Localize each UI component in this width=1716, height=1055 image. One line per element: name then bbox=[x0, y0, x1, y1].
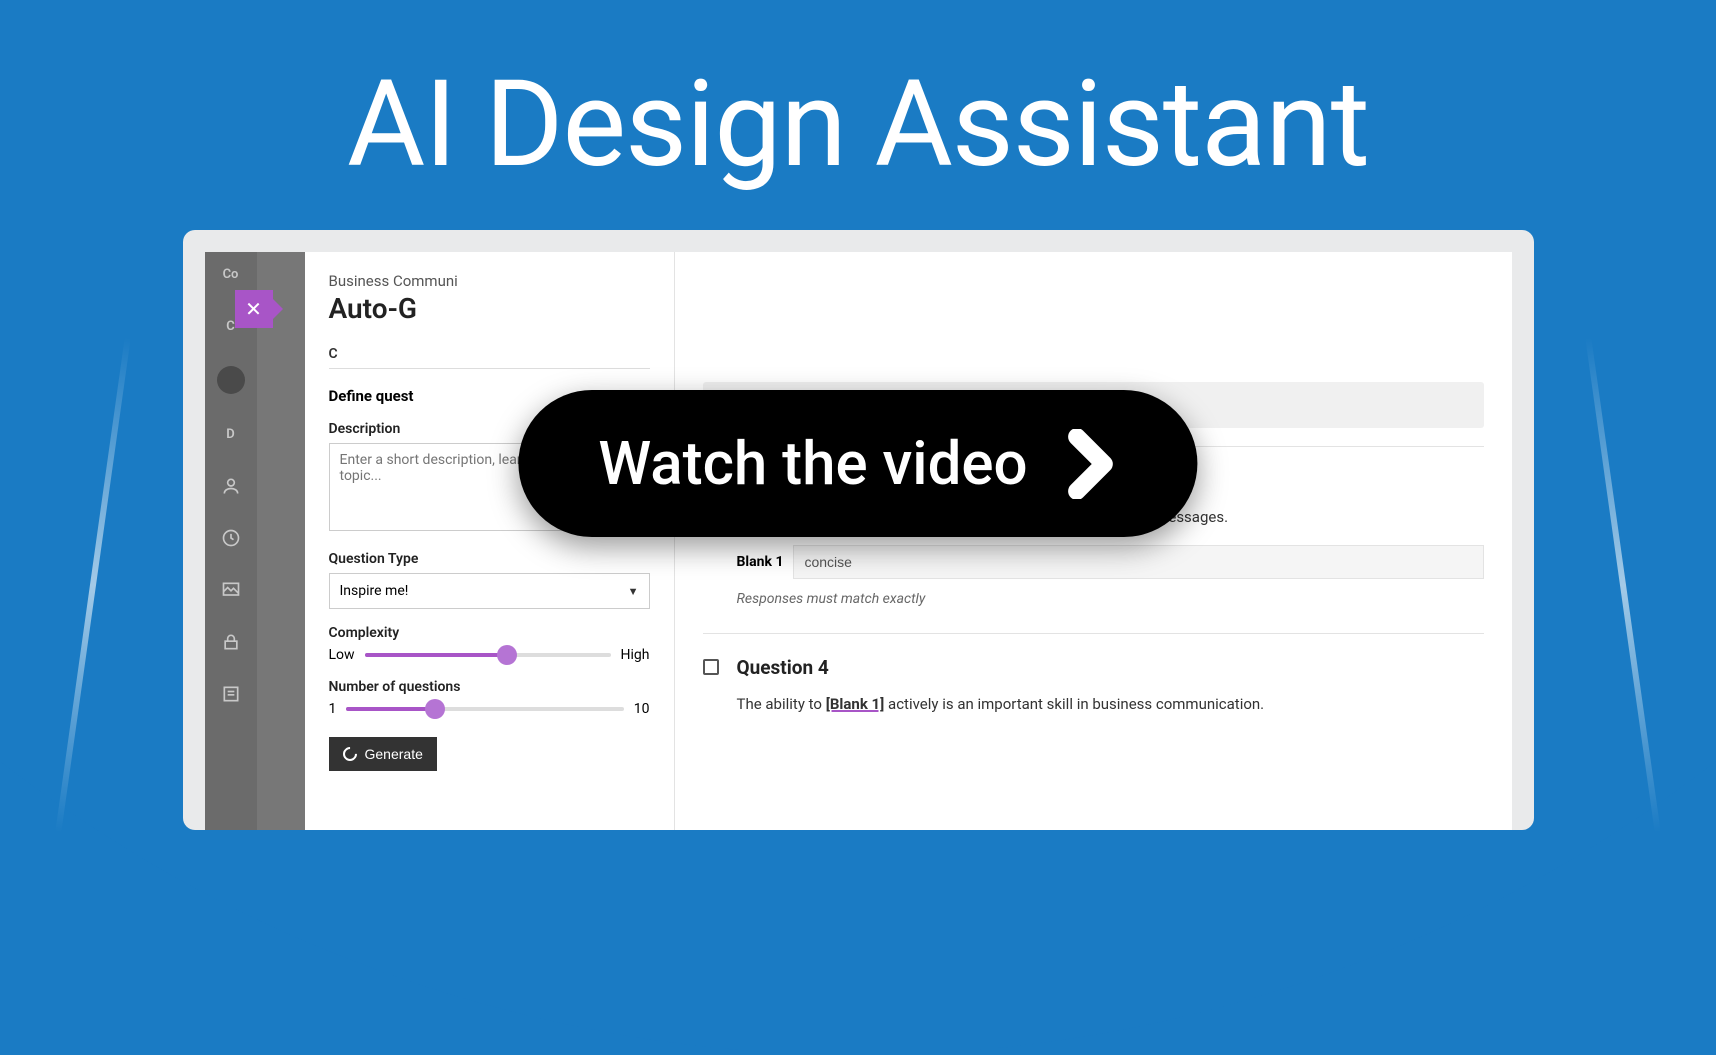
nav-avatar[interactable] bbox=[217, 366, 245, 394]
generate-label: Generate bbox=[365, 746, 423, 762]
generate-button[interactable]: Generate bbox=[329, 737, 437, 771]
numq-min: 1 bbox=[329, 701, 337, 717]
question-4-text: The ability to [Blank 1] actively is an … bbox=[737, 693, 1484, 716]
question-type-select[interactable]: Inspire me! ▼ bbox=[329, 573, 650, 609]
nav-sidebar: Co C D bbox=[205, 252, 257, 830]
hero-title: AI Design Assistant bbox=[0, 55, 1716, 195]
question-type-value: Inspire me! bbox=[340, 583, 409, 599]
image-icon[interactable] bbox=[219, 578, 243, 602]
panel-title: Auto-G bbox=[329, 292, 650, 325]
numq-slider[interactable] bbox=[346, 707, 623, 711]
close-icon: ✕ bbox=[245, 297, 262, 321]
blank-1-label: Blank 1 bbox=[737, 554, 784, 570]
content-panel: Email Question 3 Effective business comm… bbox=[675, 252, 1512, 830]
question-4-checkbox[interactable] bbox=[703, 659, 719, 675]
question-4-block: Question 4 The ability to [Blank 1] acti… bbox=[703, 633, 1484, 742]
breadcrumb: Business Communi bbox=[329, 272, 650, 290]
chevron-down-icon: ▼ bbox=[628, 585, 639, 598]
question-4-title: Question 4 bbox=[737, 656, 829, 679]
close-button[interactable]: ✕ bbox=[235, 290, 273, 328]
nav-item-1[interactable]: Co bbox=[219, 262, 243, 286]
nav-item-3[interactable]: D bbox=[219, 422, 243, 446]
settings-panel: Business Communi Auto-G C Define quest D… bbox=[305, 252, 675, 830]
watch-video-label: Watch the video bbox=[598, 428, 1027, 499]
watch-video-button[interactable]: Watch the video bbox=[518, 390, 1197, 537]
user-icon[interactable] bbox=[219, 474, 243, 498]
complexity-label: Complexity bbox=[329, 625, 650, 641]
numq-max: 10 bbox=[634, 701, 650, 717]
complexity-low: Low bbox=[329, 647, 355, 663]
complexity-slider[interactable] bbox=[365, 653, 611, 657]
numq-label: Number of questions bbox=[329, 679, 650, 695]
tab-row: C bbox=[329, 343, 650, 369]
clock-icon[interactable] bbox=[219, 526, 243, 550]
complexity-high: High bbox=[621, 647, 650, 663]
list-icon[interactable] bbox=[219, 682, 243, 706]
question-type-label: Question Type bbox=[329, 551, 650, 567]
tab-item[interactable]: C bbox=[329, 346, 338, 362]
blank-token: [Blank 1] bbox=[826, 695, 885, 713]
lock-icon[interactable] bbox=[219, 630, 243, 654]
background-dim bbox=[257, 252, 305, 830]
refresh-icon bbox=[340, 744, 360, 764]
match-hint: Responses must match exactly bbox=[737, 591, 1484, 607]
blank-1-input[interactable] bbox=[793, 545, 1483, 579]
chevron-right-icon bbox=[1068, 429, 1118, 499]
